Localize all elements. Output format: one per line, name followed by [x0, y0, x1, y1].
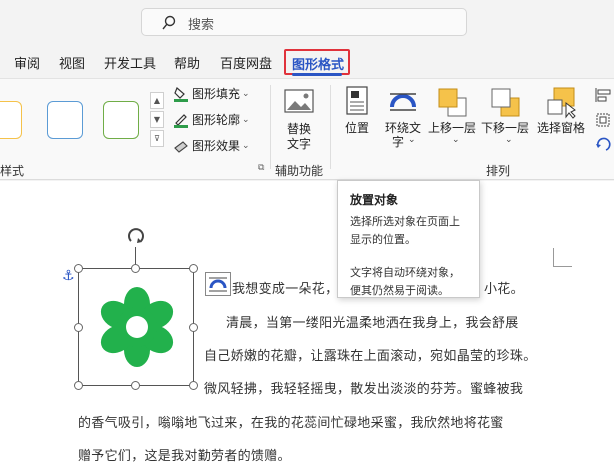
shape-style-swatch-blue[interactable] [47, 101, 83, 139]
ribbon-tabs: 审阅 视图 开发工具 帮助 百度网盘 图形格式 [0, 46, 614, 76]
alt-text-icon[interactable] [284, 89, 318, 117]
doc-line-3: 自己娇嫩的花瓣，让露珠在上面滚动，宛如晶莹的珍珠。 [204, 349, 537, 364]
chevron-down-icon: ⌄ [242, 88, 250, 99]
active-tab-indicator [292, 73, 342, 76]
arrange-group-label: 排列 [486, 164, 511, 178]
document-page[interactable]: ⚓ 我想变成一朵花， 小花。 清晨，当第一缕阳光温柔地洒在我身上，我会舒展 自己… [0, 181, 614, 470]
group-divider [270, 85, 271, 169]
resize-handle-top[interactable] [131, 264, 140, 273]
paint-bucket-icon [173, 86, 189, 102]
doc-line-2: 清晨，当第一缕阳光温柔地洒在我身上，我会舒展 [226, 316, 519, 331]
resize-handle-bottom-left[interactable] [74, 381, 83, 390]
rotate-handle-icon[interactable] [124, 224, 148, 248]
tooltip-line-2: 显示的位置。 [350, 233, 416, 246]
search-icon [162, 15, 176, 30]
shape-effects-icon [173, 138, 189, 154]
tab-developer[interactable]: 开发工具 [104, 53, 156, 72]
resize-handle-bottom-right[interactable] [189, 381, 198, 390]
selection-pane-label: 选择窗格 [537, 121, 586, 135]
ribbon: ▲ ▼ ⊽ 样式 ⧉ 图形填充 ⌄ 图形轮廓 ⌄ 图形效果 ⌄ 替换 文字 辅助功能 … [0, 78, 614, 234]
search-box[interactable]: 搜索 [141, 8, 467, 36]
flower-shape[interactable] [97, 287, 177, 367]
selection-pane-icon[interactable] [546, 87, 578, 119]
chevron-down-icon: ⌄ [242, 114, 250, 125]
chevron-down-icon: ⌄ [242, 140, 250, 151]
chevron-down-icon[interactable]: ⌄ [452, 135, 460, 145]
title-bar: 搜索 [0, 0, 614, 44]
send-backward-icon[interactable] [490, 87, 522, 119]
tab-view[interactable]: 视图 [59, 53, 85, 72]
resize-handle-right[interactable] [189, 323, 198, 332]
alt-text-label-2: 文字 [287, 137, 312, 151]
styles-scroll-up-button[interactable]: ▲ [150, 92, 164, 109]
styles-dialog-launcher-icon[interactable]: ⧉ [258, 163, 264, 173]
wrap-text-label-1: 环绕文 [385, 121, 422, 135]
bring-forward-icon[interactable] [437, 87, 469, 119]
position-tooltip: 放置对象 选择所选对象在页面上 显示的位置。 文字将自动环绕对象， 便其仍然易于… [337, 180, 480, 298]
resize-handle-top-left[interactable] [74, 264, 83, 273]
tab-shape-format-label: 图形格式 [292, 58, 345, 73]
align-icon[interactable] [594, 87, 614, 103]
shape-effects-button[interactable]: 图形效果 ⌄ [173, 137, 250, 155]
shape-fill-button[interactable]: 图形填充 ⌄ [173, 85, 250, 103]
doc-line-1-start: 我想变成一朵花， [232, 282, 339, 297]
tooltip-line-1: 选择所选对象在页面上 [350, 215, 460, 228]
group-objects-icon[interactable] [594, 112, 614, 128]
chevron-down-icon[interactable]: ⌄ [408, 135, 416, 145]
styles-group-label: 样式 [0, 164, 25, 178]
bring-forward-label: 上移一层 [428, 121, 477, 135]
position-label: 位置 [345, 121, 370, 135]
shape-style-swatch-green[interactable] [103, 101, 139, 139]
rotate-icon[interactable] [594, 136, 614, 152]
resize-handle-bottom[interactable] [131, 381, 140, 390]
tooltip-line-3: 文字将自动环绕对象， [350, 266, 460, 279]
tab-baidu-netdisk[interactable]: 百度网盘 [220, 53, 272, 72]
tooltip-line-4: 便其仍然易于阅读。 [350, 284, 449, 297]
search-placeholder: 搜索 [188, 18, 215, 33]
resize-handle-left[interactable] [74, 323, 83, 332]
tab-help[interactable]: 帮助 [174, 53, 200, 72]
tooltip-title: 放置对象 [350, 193, 399, 207]
group-divider [330, 85, 331, 169]
doc-line-5: 的香气吸引，嗡嗡地飞过来，在我的花蕊间忙碌地采蜜，我欣然地将花蜜 [78, 416, 504, 431]
shape-style-swatch-gold[interactable] [0, 101, 22, 139]
doc-line-4: 微风轻拂，我轻轻摇曳，散发出淡淡的芬芳。蜜蜂被我 [204, 382, 524, 397]
wrap-text-icon [209, 277, 227, 292]
accessibility-group-label: 辅助功能 [275, 164, 324, 178]
send-backward-label: 下移一层 [481, 121, 530, 135]
doc-line-6: 赠予它们，这是我对勤劳者的馈赠。 [78, 449, 291, 464]
wrap-text-icon[interactable] [388, 91, 418, 115]
selected-shape[interactable] [78, 268, 194, 386]
tab-review[interactable]: 审阅 [14, 53, 40, 72]
anchor-icon: ⚓ [62, 268, 75, 284]
tab-shape-format[interactable]: 图形格式 [284, 49, 350, 75]
alt-text-label-1: 替换 [287, 122, 312, 136]
styles-scroll-down-button[interactable]: ▼ [150, 111, 164, 128]
pen-icon [173, 112, 189, 128]
wrap-text-label-2: 字 [392, 135, 405, 149]
chevron-down-icon[interactable]: ⌄ [505, 135, 513, 145]
resize-handle-top-right[interactable] [189, 264, 198, 273]
styles-more-button[interactable]: ⊽ [150, 130, 164, 147]
doc-line-1-end: 小花。 [484, 282, 524, 297]
shape-outline-button[interactable]: 图形轮廓 ⌄ [173, 111, 250, 129]
position-icon[interactable] [346, 86, 370, 116]
layout-options-button[interactable] [205, 272, 231, 296]
margin-corner-mark [553, 248, 572, 267]
